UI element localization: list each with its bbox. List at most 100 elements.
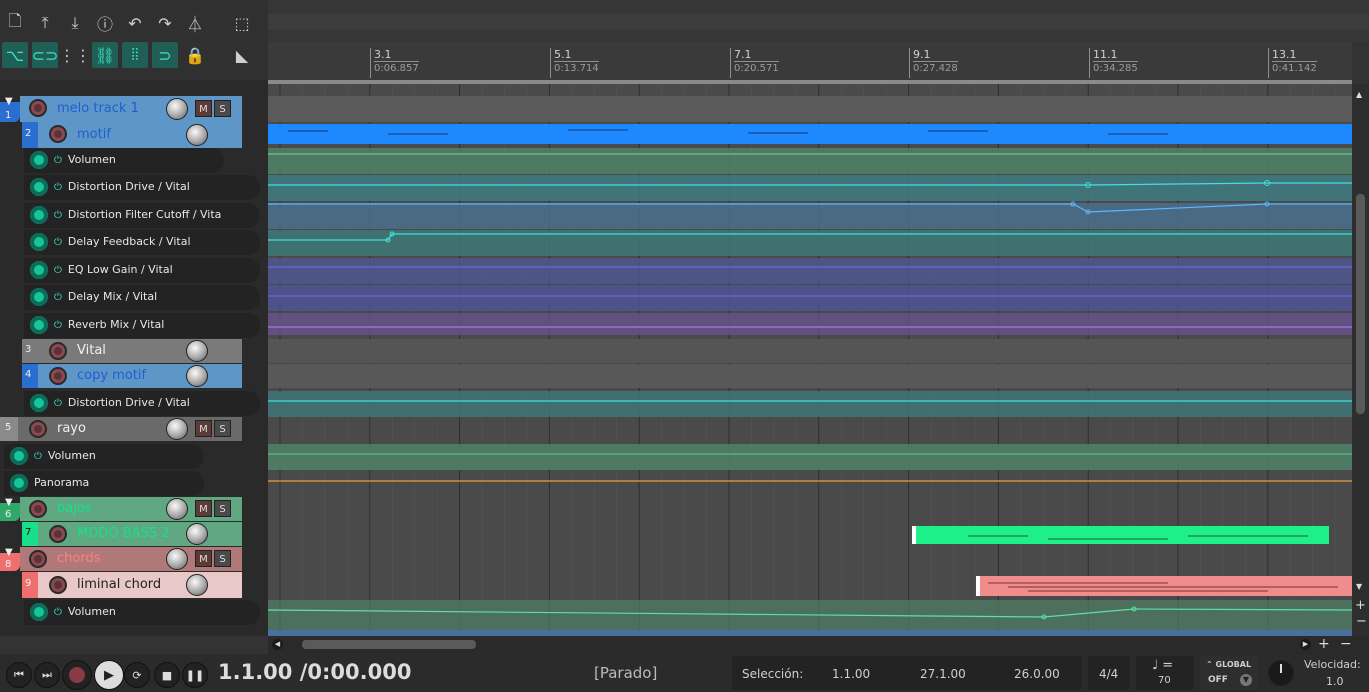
time-signature[interactable]: 4/4	[1099, 667, 1118, 681]
track-copy-motif[interactable]: 4 copy motif	[0, 364, 268, 388]
pause-button[interactable]: ❚❚	[182, 662, 208, 688]
global-state[interactable]: OFF	[1208, 675, 1228, 685]
selection-length[interactable]: 26.0.00	[1014, 667, 1060, 681]
envelope-distortion-drive-2[interactable]: ⏻ Distortion Drive / Vital	[24, 391, 260, 416]
power-icon[interactable]: ⏻	[54, 265, 62, 276]
power-icon[interactable]: ⏻	[54, 320, 62, 331]
selection-end[interactable]: 27.1.00	[920, 667, 966, 681]
track-name[interactable]: melo track 1	[57, 100, 139, 118]
metronome-icon[interactable]: ⏃	[182, 10, 208, 36]
position-display[interactable]: 1.1.00 /0:00.000	[218, 660, 411, 684]
power-icon[interactable]: ⏻	[54, 237, 62, 248]
volume-knob[interactable]	[186, 523, 208, 545]
zoom-out-h-icon[interactable]: −	[1340, 636, 1352, 652]
zoom-in-h-icon[interactable]: +	[1318, 636, 1330, 652]
volume-knob[interactable]	[166, 98, 188, 120]
new-file-icon[interactable]: 🗋	[2, 10, 28, 36]
grid-icon[interactable]: ⋮⋮	[59, 42, 91, 68]
power-icon[interactable]: ⏻	[54, 292, 62, 303]
folder-toggle-icon[interactable]: ▼	[5, 96, 13, 107]
volume-knob[interactable]	[186, 340, 208, 362]
envelope-volumen-rayo[interactable]: ⏻ Volumen	[4, 444, 204, 469]
redo-icon[interactable]: ↷	[152, 10, 178, 36]
envelope-toggle-icon[interactable]	[10, 447, 28, 465]
snap-grid-icon[interactable]: ⦙⦙	[122, 42, 148, 68]
solo-button[interactable]: S	[214, 550, 231, 567]
record-arm-button[interactable]	[49, 576, 67, 594]
envelope-volumen[interactable]: ⏻ Volumen	[24, 148, 224, 173]
scroll-thumb[interactable]	[1356, 194, 1365, 414]
envelope-toggle-icon[interactable]	[30, 178, 48, 196]
go-to-start-icon[interactable]: ⏮	[6, 662, 32, 688]
power-icon[interactable]: ⏻	[34, 451, 42, 462]
envelope-toggle-icon[interactable]	[30, 394, 48, 412]
track-modo-bass-2[interactable]: 7 MODO BASS 2	[0, 522, 268, 546]
repeat-icon[interactable]: ⟳	[124, 662, 150, 688]
volume-knob[interactable]	[186, 574, 208, 596]
record-arm-button[interactable]	[49, 342, 67, 360]
mute-button[interactable]: M	[195, 420, 212, 437]
mute-button[interactable]: M	[195, 500, 212, 517]
track-vital[interactable]: 3 Vital	[0, 339, 268, 363]
lock-icon[interactable]: 🔒	[182, 42, 208, 68]
ripple-edit-icon[interactable]: ⌥	[2, 42, 28, 68]
download-icon[interactable]: ⤓	[62, 10, 88, 36]
arrange-view[interactable]	[268, 84, 1352, 636]
record-button[interactable]	[62, 660, 92, 690]
folder-toggle-icon[interactable]: ▼	[5, 497, 13, 508]
envelope-delay-mix[interactable]: ⏻ Delay Mix / Vital	[24, 285, 260, 310]
play-button[interactable]: ▶	[94, 660, 124, 690]
envelope-toggle-icon[interactable]	[30, 261, 48, 279]
track-name[interactable]: liminal chord	[77, 576, 161, 594]
envelope-toggle-icon[interactable]	[30, 288, 48, 306]
power-icon[interactable]: ⏻	[54, 210, 62, 221]
record-arm-button[interactable]	[29, 550, 47, 568]
envelope-panorama[interactable]: Panorama	[4, 471, 204, 496]
track-name[interactable]: chords	[57, 550, 100, 568]
envelope-distortion-drive[interactable]: ⏻ Distortion Drive / Vital	[24, 175, 260, 200]
solo-button[interactable]: S	[214, 420, 231, 437]
volume-knob[interactable]	[186, 124, 208, 146]
record-arm-button[interactable]	[49, 367, 67, 385]
marquee-icon[interactable]: ⬚	[228, 10, 256, 36]
chevron-down-icon[interactable]: ▼	[1240, 674, 1252, 686]
scroll-right-icon[interactable]: ▶	[1300, 639, 1311, 650]
volume-knob[interactable]	[166, 498, 188, 520]
envelope-distortion-filter-cutoff[interactable]: ⏻ Distortion Filter Cutoff / Vita	[24, 203, 260, 228]
scroll-up-icon[interactable]: ▲	[1356, 90, 1362, 99]
track-rayo[interactable]: 5 rayo M S	[0, 417, 268, 441]
rate-value[interactable]: 1.0	[1326, 675, 1344, 688]
track-name[interactable]: copy motif	[77, 367, 146, 385]
mute-button[interactable]: M	[195, 550, 212, 567]
vertical-scrollbar[interactable]: ▲ ▼ + −	[1352, 84, 1369, 636]
scroll-thumb[interactable]	[302, 640, 476, 649]
trim-icon[interactable]: ◣	[228, 42, 256, 68]
solo-button[interactable]: S	[214, 100, 231, 117]
solo-button[interactable]: S	[214, 500, 231, 517]
scroll-down-icon[interactable]: ▼	[1356, 582, 1362, 591]
volume-knob[interactable]	[166, 418, 188, 440]
selection-start[interactable]: 1.1.00	[832, 667, 870, 681]
time-signature-box[interactable]: 4/4	[1088, 656, 1130, 690]
power-icon[interactable]: ⏻	[54, 155, 62, 166]
track-motif[interactable]: 2 motif	[0, 122, 268, 148]
power-icon[interactable]: ⏻	[54, 398, 62, 409]
envelope-toggle-icon[interactable]	[30, 316, 48, 334]
envelope-volumen-liminal[interactable]: ⏻ Volumen	[24, 600, 260, 625]
track-name[interactable]: rayo	[57, 420, 86, 438]
record-arm-button[interactable]	[29, 99, 47, 117]
envelope-toggle-icon[interactable]	[10, 474, 28, 492]
tempo-value[interactable]: 70	[1158, 675, 1171, 686]
volume-knob[interactable]	[186, 365, 208, 387]
zoom-in-icon[interactable]: +	[1355, 598, 1366, 613]
track-name[interactable]: MODO BASS 2	[77, 525, 170, 543]
envelope-toggle-icon[interactable]	[30, 233, 48, 251]
mute-button[interactable]: M	[195, 100, 212, 117]
power-icon[interactable]: ⏻	[54, 607, 62, 618]
track-chords[interactable]: ▼ 8 chords M S	[0, 547, 268, 571]
envelope-reverb-mix[interactable]: ⏻ Reverb Mix / Vital	[24, 313, 260, 338]
envelope-toggle-icon[interactable]	[30, 206, 48, 224]
power-icon[interactable]: ⏻	[54, 182, 62, 193]
tempo-box[interactable]: ♩ = 70	[1136, 656, 1194, 690]
track-liminal-chord[interactable]: 9 liminal chord	[0, 572, 268, 598]
